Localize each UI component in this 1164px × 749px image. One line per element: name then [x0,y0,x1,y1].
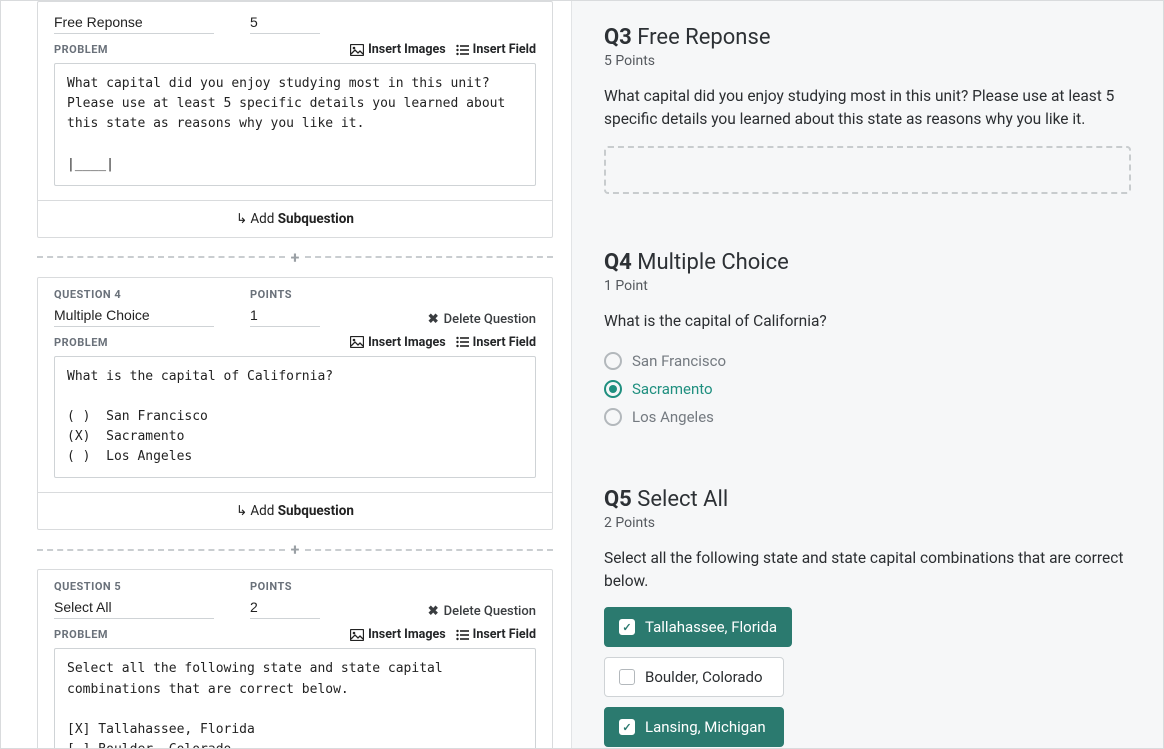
question-card-4: QUESTION 4 POINTS ✖ Delete Question PROB… [37,277,553,531]
points-input[interactable] [250,12,320,34]
insert-field-button[interactable]: Insert Field [456,42,536,57]
radio-icon [604,380,622,398]
radio-label: San Francisco [632,352,726,370]
preview-question-4: Q4 Multiple Choice 1 Point What is the c… [604,250,1131,431]
delete-question-button[interactable]: ✖ Delete Question [428,312,536,327]
checkbox-icon: ✓ [619,619,635,635]
list-icon [456,335,469,350]
insert-images-button[interactable]: Insert Images [350,335,446,350]
app-root: PROBLEM Insert Images Insert Field [0,0,1164,749]
question-separator: + [37,540,553,559]
radio-option[interactable]: San Francisco [604,347,1131,375]
preview-title: Q3 Free Reponse [604,25,1131,50]
preview-qnum: Q5 [604,487,632,512]
question-title-input[interactable] [54,12,214,34]
preview-question-3: Q3 Free Reponse 5 Points What capital di… [604,25,1131,194]
insert-field-button[interactable]: Insert Field [456,627,536,642]
preview-body: What is the capital of California? [604,310,1131,333]
insert-field-label: Insert Field [473,42,536,57]
question-index-label: QUESTION 4 [54,288,214,301]
checkbox-icon: ✓ [619,719,635,735]
checkbox-option[interactable]: ✓ Lansing, Michigan [604,707,784,747]
problem-label: PROBLEM [54,43,108,56]
preview-qnum: Q3 [604,25,632,50]
preview-qtype: Multiple Choice [637,250,789,275]
sub-arrow-icon: ↳ [236,503,247,519]
question-title-input[interactable] [54,597,214,619]
question-card-3: PROBLEM Insert Images Insert Field [37,1,553,238]
question-card-5: QUESTION 5 POINTS ✖ Delete Question PROB… [37,569,553,748]
list-icon [456,627,469,642]
delete-question-label: Delete Question [444,312,536,327]
preview-qtype: Select All [637,487,728,512]
close-icon: ✖ [428,604,439,619]
points-input[interactable] [250,597,320,619]
radio-icon [604,352,622,370]
radio-label: Sacramento [632,380,713,398]
editor-pane: PROBLEM Insert Images Insert Field [1,1,571,748]
problem-label: PROBLEM [54,336,108,349]
close-icon: ✖ [428,312,439,327]
preview-title: Q4 Multiple Choice [604,250,1131,275]
checkbox-label: Lansing, Michigan [645,718,766,736]
checkbox-label: Tallahassee, Florida [645,618,777,636]
radio-icon [604,408,622,426]
question-separator: + [37,248,553,267]
insert-images-label: Insert Images [368,335,446,350]
problem-label: PROBLEM [54,628,108,641]
insert-field-label: Insert Field [473,627,536,642]
add-question-button[interactable]: + [291,540,300,559]
preview-body: What capital did you enjoy studying most… [604,85,1131,132]
points-label: POINTS [250,580,320,593]
checkbox-option[interactable]: ✓ Boulder, Colorado [604,657,784,697]
question-title-input[interactable] [54,305,214,327]
checkbox-option[interactable]: ✓ Tallahassee, Florida [604,607,792,647]
points-input[interactable] [250,305,320,327]
delete-question-label: Delete Question [444,604,536,619]
preview-points: 2 Points [604,515,1131,531]
preview-body: Select all the following state and state… [604,547,1131,594]
add-sub-prefix: Add [250,211,274,227]
radio-group: San Francisco Sacramento Los Angeles [604,347,1131,431]
add-subquestion-button[interactable]: ↳Add Subquestion [38,200,552,237]
problem-textarea[interactable]: What is the capital of California? ( ) S… [54,356,536,479]
radio-option[interactable]: Sacramento [604,375,1131,403]
preview-qtype: Free Reponse [637,25,770,50]
add-sub-prefix: Add [250,503,274,519]
delete-question-button[interactable]: ✖ Delete Question [428,604,536,619]
preview-pane: Q3 Free Reponse 5 Points What capital di… [571,1,1163,748]
checkbox-icon: ✓ [619,669,635,685]
add-sub-bold: Subquestion [278,503,354,519]
add-subquestion-button[interactable]: ↳Add Subquestion [38,492,552,529]
problem-textarea[interactable]: Select all the following state and state… [54,648,536,748]
checkbox-label: Boulder, Colorado [645,668,763,686]
preview-qnum: Q4 [604,250,632,275]
sub-arrow-icon: ↳ [236,211,247,227]
insert-field-button[interactable]: Insert Field [456,335,536,350]
add-question-button[interactable]: + [291,248,300,267]
question-index-label: QUESTION 5 [54,580,214,593]
preview-question-5: Q5 Select All 2 Points Select all the fo… [604,487,1131,748]
problem-textarea[interactable]: What capital did you enjoy studying most… [54,63,536,186]
insert-field-label: Insert Field [473,335,536,350]
radio-label: Los Angeles [632,408,714,426]
points-label: POINTS [250,288,320,301]
preview-title: Q5 Select All [604,487,1131,512]
free-response-input[interactable] [604,146,1131,194]
preview-points: 5 Points [604,53,1131,69]
preview-points: 1 Point [604,278,1131,294]
insert-images-button[interactable]: Insert Images [350,42,446,57]
insert-images-label: Insert Images [368,627,446,642]
image-icon [350,335,364,350]
image-icon [350,42,364,57]
insert-images-button[interactable]: Insert Images [350,627,446,642]
add-sub-bold: Subquestion [278,211,354,227]
list-icon [456,42,469,57]
insert-images-label: Insert Images [368,42,446,57]
radio-option[interactable]: Los Angeles [604,403,1131,431]
image-icon [350,627,364,642]
